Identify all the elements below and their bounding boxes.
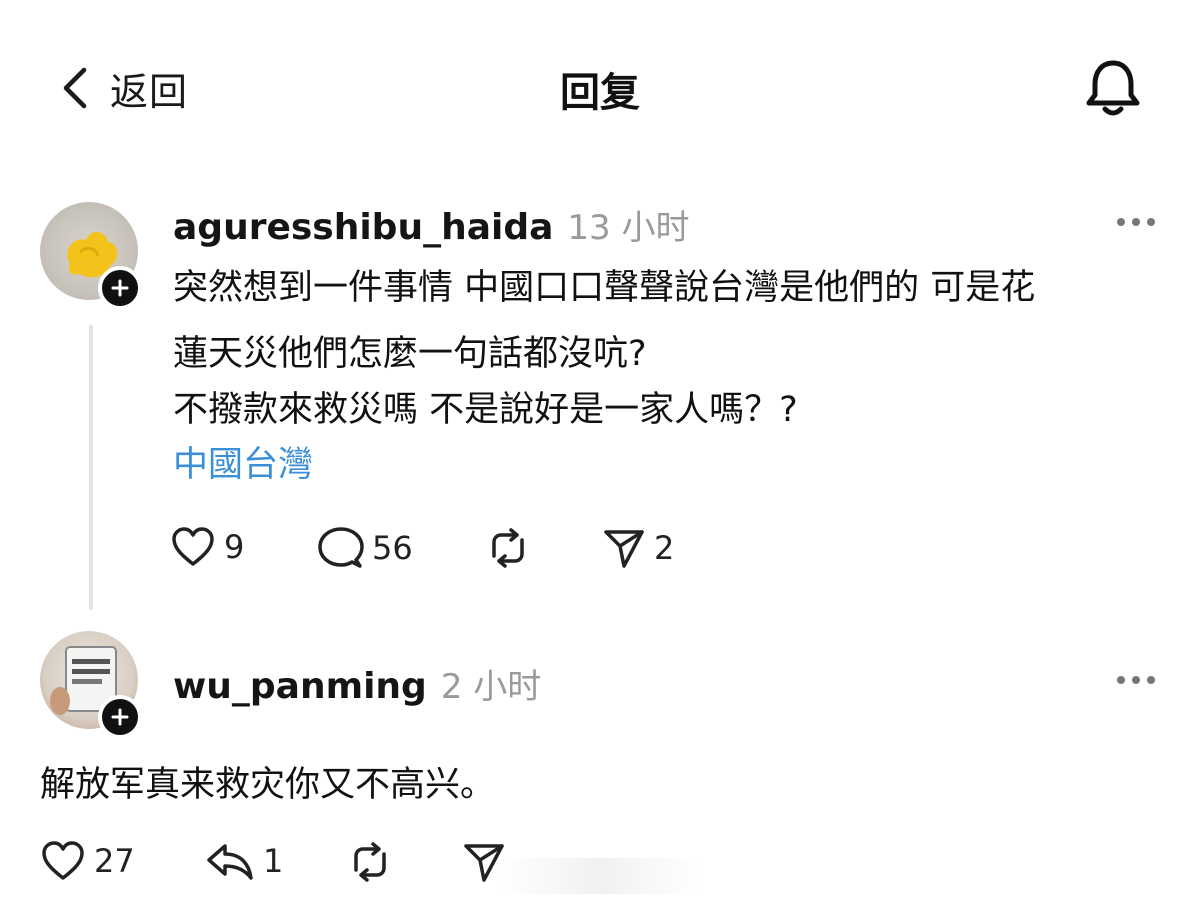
- more-dots-icon: [1117, 218, 1155, 226]
- like-count: 9: [224, 528, 245, 566]
- location-tag[interactable]: 中國台灣: [173, 436, 313, 487]
- repost-button[interactable]: [484, 526, 532, 570]
- repost-button[interactable]: [346, 840, 394, 884]
- more-dots-icon: [1117, 676, 1155, 684]
- timestamp: 13 小时: [567, 208, 690, 248]
- like-count: 27: [94, 842, 135, 880]
- more-options-button[interactable]: [1115, 670, 1157, 690]
- follow-button[interactable]: [98, 695, 142, 739]
- bell-button[interactable]: [1083, 57, 1143, 119]
- repost-icon: [492, 528, 524, 568]
- comment-bubble-icon: [318, 527, 364, 568]
- like-button[interactable]: 9: [170, 526, 244, 568]
- post-text-line: 突然想到一件事情 中國口口聲聲說台灣是他們的 可是花: [173, 268, 1036, 308]
- comment-button[interactable]: 56: [318, 526, 413, 570]
- timestamp: 2 小时: [440, 667, 542, 707]
- follow-button[interactable]: [98, 266, 142, 310]
- reply-button[interactable]: 1: [205, 840, 283, 882]
- post-header: aguresshibu_haida 13 小时: [173, 200, 690, 249]
- reply-arrow-icon: [207, 844, 253, 880]
- plus-icon: [111, 279, 129, 297]
- heart-icon: [42, 841, 84, 880]
- repost-icon: [354, 842, 386, 882]
- heart-icon: [172, 527, 214, 566]
- comment-count: 56: [372, 529, 413, 567]
- post-text-line: 不撥款來救災嗎 不是說好是一家人嗎？?: [173, 390, 798, 430]
- send-icon: [604, 530, 644, 568]
- username[interactable]: wu_panming: [173, 666, 427, 707]
- like-button[interactable]: 27: [40, 840, 135, 882]
- reply-count: 1: [263, 842, 284, 880]
- thread-connector: [89, 325, 93, 610]
- reply-text: 解放军真来救灾你又不高兴。: [40, 765, 496, 805]
- page-title: 回复: [560, 70, 640, 116]
- share-count: 2: [654, 529, 675, 567]
- share-button[interactable]: 2: [602, 526, 674, 570]
- more-options-button[interactable]: [1115, 212, 1157, 232]
- bell-icon: [1086, 60, 1140, 116]
- watermark-overlay: [500, 858, 700, 894]
- plus-icon: [111, 708, 129, 726]
- username[interactable]: aguresshibu_haida: [173, 207, 553, 248]
- reply-header: wu_panming 2 小时: [173, 659, 541, 708]
